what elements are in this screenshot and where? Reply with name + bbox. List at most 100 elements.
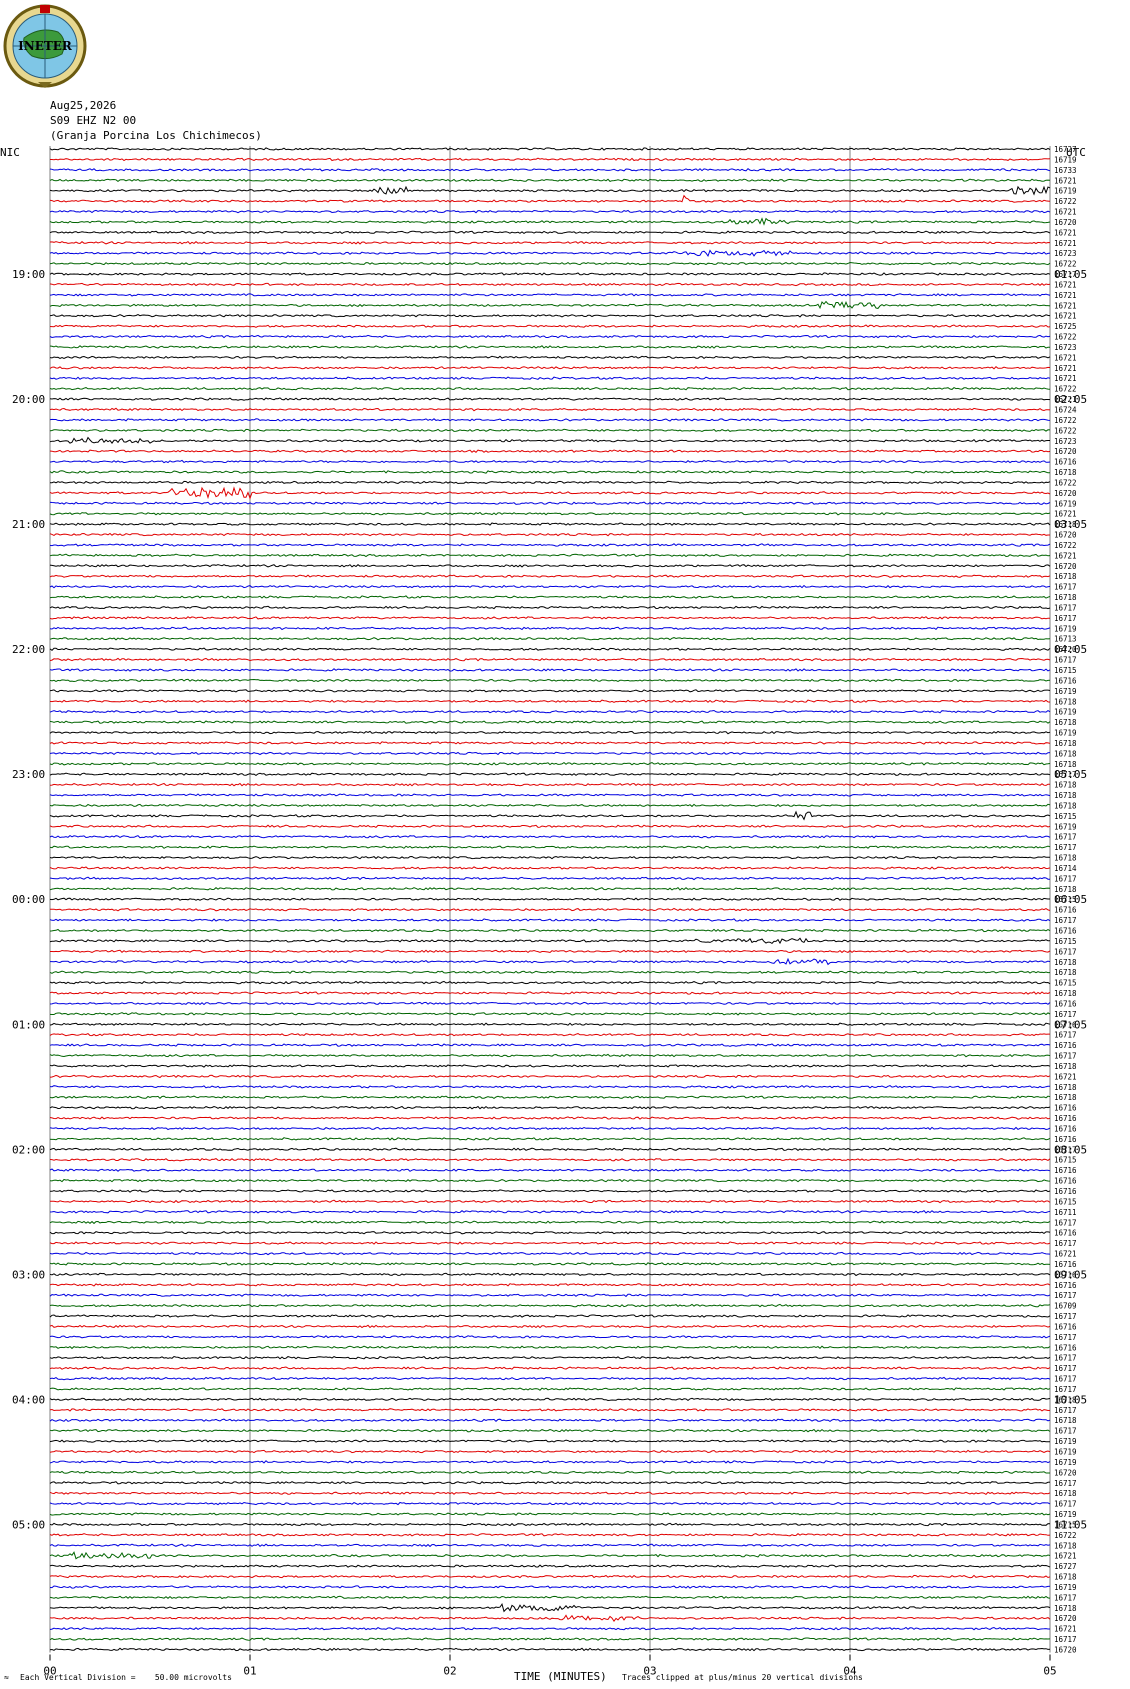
trace-value-label: 16718 — [1054, 801, 1077, 810]
seismic-trace — [50, 157, 1051, 162]
seismic-trace — [49, 564, 1051, 568]
seismic-trace — [49, 1053, 1051, 1058]
seismic-trace — [49, 1074, 1051, 1079]
trace-value-label: 16718 — [1054, 1093, 1077, 1102]
seismic-trace — [49, 584, 1051, 589]
trace-value-label: 16718 — [1054, 468, 1077, 477]
trace-value-label: 16721 — [1054, 239, 1077, 248]
trace-value-label: 16715 — [1054, 1197, 1077, 1206]
seismic-trace — [49, 1084, 1051, 1089]
trace-value-label: 16716 — [1054, 1177, 1077, 1186]
seismic-trace — [49, 314, 1051, 318]
trace-value-label: 16719 — [1054, 1583, 1077, 1592]
seismic-trace — [49, 1428, 1051, 1433]
seismic-trace — [49, 1626, 1050, 1631]
seismic-trace — [49, 668, 1051, 672]
trace-value-label: 16718 — [1054, 1604, 1077, 1613]
seismic-trace — [49, 194, 1051, 203]
seismic-trace — [49, 1376, 1051, 1381]
trace-value-label: 16717 — [1054, 583, 1077, 592]
trace-value-label: 16717 — [1054, 874, 1077, 883]
trace-value-label: 16717 — [1054, 1500, 1077, 1509]
utc-hour-label: 10:05 — [1054, 1393, 1087, 1406]
seismic-trace — [49, 1418, 1051, 1423]
trace-value-label: 16719 — [1054, 822, 1077, 831]
trace-value-label: 16715 — [1054, 666, 1077, 675]
seismic-trace — [49, 511, 1051, 516]
seismic-trace — [49, 240, 1051, 245]
trace-value-label: 16719 — [1054, 1448, 1077, 1457]
seismic-trace — [49, 522, 1051, 526]
seismic-trace — [49, 761, 1051, 766]
trace-value-label: 16721 — [1054, 374, 1077, 383]
seismic-trace — [49, 1324, 1051, 1329]
seismic-trace — [50, 949, 1051, 954]
seismic-trace — [49, 1470, 1050, 1474]
footer-mark: ≈ — [4, 1673, 9, 1682]
seismic-trace — [49, 355, 1051, 360]
trace-value-label: 16718 — [1054, 572, 1077, 581]
seismic-trace — [49, 1491, 1051, 1496]
seismic-trace — [49, 876, 1051, 881]
local-hour-label: 05:00 — [12, 1518, 45, 1531]
trace-value-label: 16718 — [1054, 854, 1077, 863]
local-hour-label: 03:00 — [12, 1268, 45, 1281]
trace-value-label: 16721 — [1054, 1552, 1077, 1561]
seismic-trace — [49, 436, 1050, 444]
seismic-trace — [49, 970, 1050, 974]
seismic-trace — [49, 1543, 1051, 1548]
local-hour-label: 21:00 — [12, 518, 45, 531]
trace-value-label: 16717 — [1054, 1354, 1077, 1363]
trace-value-label: 16717 — [1054, 843, 1077, 852]
seismic-trace — [49, 249, 1051, 257]
trace-value-label: 16716 — [1054, 1229, 1077, 1238]
seismic-trace — [49, 855, 1051, 860]
local-hour-label: 19:00 — [12, 268, 45, 281]
seismic-trace — [49, 1126, 1051, 1131]
trace-value-label: 16717 — [1054, 1364, 1077, 1373]
seismic-trace — [49, 1168, 1051, 1172]
trace-value-label: 16717 — [1054, 1218, 1077, 1227]
seismic-trace — [49, 459, 1051, 464]
seismic-trace — [49, 543, 1051, 547]
seismic-trace — [50, 907, 1051, 912]
seismic-trace — [49, 810, 1051, 821]
seismic-trace — [49, 1210, 1051, 1214]
seismic-trace — [49, 1033, 1050, 1037]
trace-value-label: 16718 — [1054, 1489, 1077, 1498]
trace-value-label: 16715 — [1054, 979, 1077, 988]
seismic-trace — [49, 772, 1051, 777]
seismic-trace — [49, 480, 1051, 485]
trace-value-label: 16717 — [1054, 1239, 1077, 1248]
trace-value-label: 16716 — [1054, 1114, 1077, 1123]
seismic-trace — [49, 1585, 1051, 1589]
seismic-trace — [49, 428, 1051, 433]
trace-value-label: 16718 — [1054, 718, 1077, 727]
trace-value-label: 16718 — [1054, 1573, 1077, 1582]
trace-value-label: 16715 — [1054, 812, 1077, 821]
seismic-trace — [49, 345, 1051, 349]
seismic-trace — [49, 1574, 1051, 1579]
seismic-trace — [49, 1564, 1051, 1568]
seismic-trace — [49, 1449, 1051, 1454]
seismic-trace — [49, 1262, 1051, 1266]
seismic-trace — [49, 991, 1051, 995]
seismic-trace — [49, 1345, 1051, 1350]
seismic-trace — [49, 1064, 1051, 1068]
trace-value-label: 16721 — [1054, 312, 1077, 321]
seismic-trace — [49, 1533, 1051, 1537]
seismic-trace — [49, 803, 1051, 808]
trace-value-label: 16719 — [1054, 687, 1077, 696]
trace-value-label: 16718 — [1054, 749, 1077, 758]
seismic-trace — [49, 366, 1051, 370]
local-hour-label: 04:00 — [12, 1393, 45, 1406]
seismic-trace — [49, 834, 1051, 839]
seismic-trace — [49, 1595, 1051, 1600]
trace-value-label: 16718 — [1054, 697, 1077, 706]
seismic-trace — [49, 928, 1051, 933]
seismic-trace — [49, 897, 1050, 901]
trace-value-label: 16716 — [1054, 1041, 1077, 1050]
trace-value-label: 16715 — [1054, 937, 1077, 946]
trace-value-label: 16722 — [1054, 426, 1077, 435]
trace-value-label: 16722 — [1054, 1531, 1077, 1540]
